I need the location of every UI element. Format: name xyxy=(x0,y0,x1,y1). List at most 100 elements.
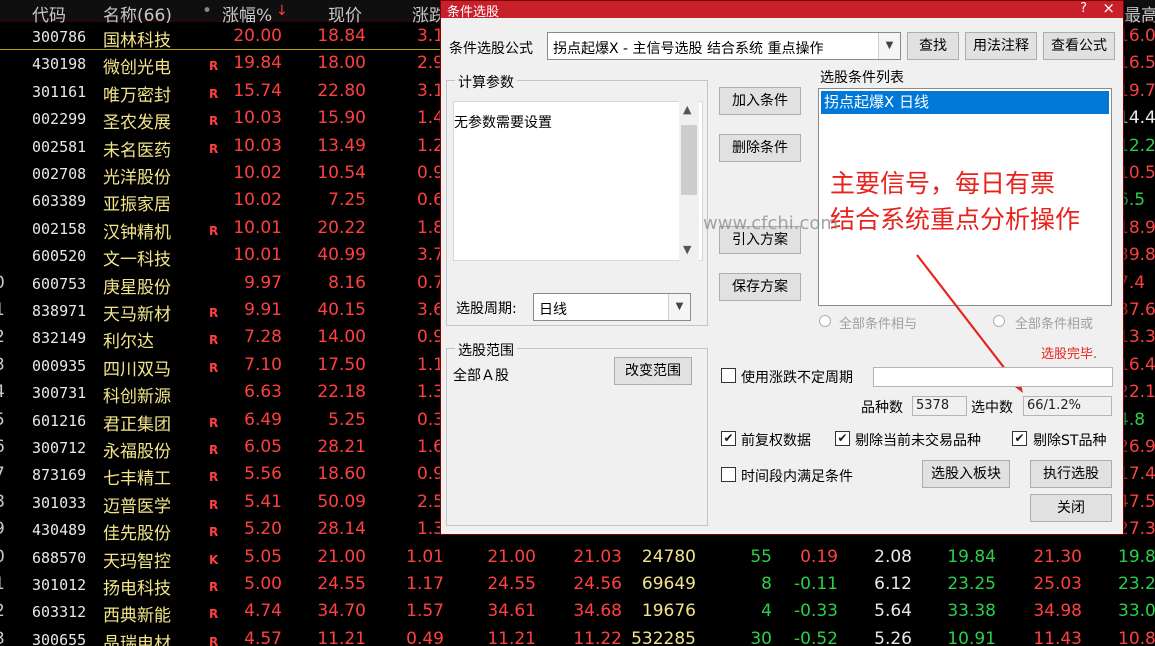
cell-chg: 3.1 xyxy=(416,80,444,101)
cell-pct: 4.74 xyxy=(244,601,282,622)
cell-flag: R xyxy=(209,141,219,156)
cell-cur: 4 xyxy=(761,601,772,622)
cell-name: 天马新材 xyxy=(103,305,171,325)
time-range-checkbox[interactable] xyxy=(721,467,736,482)
cell-v1: 24.55 xyxy=(487,574,536,594)
cell-pct: 10.01 xyxy=(233,217,282,238)
cell-vol: 24780 xyxy=(641,546,696,567)
radio-and-label: 全部条件相与 xyxy=(839,317,918,332)
cell-idx: 0 xyxy=(0,273,6,293)
add-to-block-button[interactable]: 选股入板块 xyxy=(922,460,1010,488)
cell-hi: 34.98 xyxy=(1033,601,1082,622)
cell-price: 8.16 xyxy=(328,272,366,293)
adjust-data-checkbox[interactable]: ✔ xyxy=(721,431,736,446)
cell-name: 庚星股份 xyxy=(103,277,171,298)
cell-chg: 1.8 xyxy=(416,217,444,238)
watermark: www.cfchi.com xyxy=(703,213,838,234)
help-icon[interactable]: ? xyxy=(1080,1,1087,16)
cell-flag: R xyxy=(209,360,219,375)
cell-name: 永福股份 xyxy=(103,442,171,462)
add-condition-button[interactable]: 加入条件 xyxy=(719,87,801,115)
cell-name: 圣农发展 xyxy=(103,113,171,134)
cell-code: 002158 xyxy=(32,219,87,238)
period-label: 选股周期: xyxy=(456,301,517,317)
period-select-value: 日线 xyxy=(539,302,567,318)
cell-cur: 30 xyxy=(750,628,772,646)
arrow-up-icon[interactable]: ▲ xyxy=(683,103,691,116)
cell-flag: R xyxy=(209,86,219,101)
params-scrollbar[interactable]: ▲ ▼ xyxy=(679,101,699,261)
cell-name: 迈普医学 xyxy=(103,496,171,517)
change-scope-button[interactable]: 改变范围 xyxy=(614,357,692,385)
table-row[interactable]: 3 300655 晶瑞电材 R 4.57 11.21 0.49 11.21 11.22 53228… xyxy=(0,626,1155,646)
find-button[interactable]: 查找 xyxy=(907,32,959,60)
cell-pct: 5.00 xyxy=(244,574,282,594)
cell-code: 688570 xyxy=(32,548,87,567)
cell-chg: 0.49 xyxy=(406,628,444,646)
exclude-untraded-checkbox[interactable]: ✔ xyxy=(835,431,850,446)
cell-idx: 7 xyxy=(0,464,6,484)
usage-notes-button[interactable]: 用法注释 xyxy=(965,32,1037,60)
save-scheme-button[interactable]: 保存方案 xyxy=(719,273,801,301)
use-variable-period-checkbox[interactable] xyxy=(721,368,736,383)
cell-code: 600520 xyxy=(32,247,87,266)
scroll-thumb[interactable] xyxy=(681,125,697,195)
cell-idx: 1 xyxy=(0,574,6,594)
header-dot: • xyxy=(202,1,213,21)
params-area: 无参数需要设置 xyxy=(453,101,703,261)
execute-screening-button[interactable]: 执行选股 xyxy=(1030,460,1112,488)
cell-chg: 1.6 xyxy=(416,437,444,457)
condition-list-item[interactable]: 拐点起爆X 日线 xyxy=(821,91,1109,114)
view-formula-button[interactable]: 查看公式 xyxy=(1043,32,1115,60)
table-row[interactable]: 2 603312 西典新能 R 4.74 34.70 1.57 34.61 34.68 19676… xyxy=(0,598,1155,626)
delete-condition-button[interactable]: 删除条件 xyxy=(719,134,801,162)
cell-pct: 6.49 xyxy=(244,409,282,430)
radio-or[interactable] xyxy=(993,315,1005,327)
cell-pct: 20.00 xyxy=(233,26,282,46)
chevron-down-icon[interactable]: ▼ xyxy=(878,33,900,59)
close-icon[interactable]: × xyxy=(1102,0,1115,17)
chevron-down-icon[interactable]: ▼ xyxy=(668,294,690,320)
cell-chg: 1.4 xyxy=(416,108,444,129)
arrow-down-icon[interactable]: ▼ xyxy=(683,243,691,256)
cell-idx: 6 xyxy=(0,437,6,457)
cell-chg: 0.6 xyxy=(416,190,444,211)
table-row[interactable]: 1 301012 扬电科技 R 5.00 24.55 1.17 24.55 24.56 69649… xyxy=(0,571,1155,599)
cell-hi: 11.43 xyxy=(1033,628,1082,646)
cell-price: 18.60 xyxy=(317,464,366,485)
dialog-title-bar[interactable]: 条件选股 ? × xyxy=(441,0,1123,20)
cell-flag: R xyxy=(209,525,219,540)
cell-price: 21.00 xyxy=(317,546,366,567)
cell-pct: 5.20 xyxy=(244,519,282,540)
radio-and[interactable] xyxy=(819,315,831,327)
cell-code: 603312 xyxy=(32,603,87,622)
cell-chg: 2.9 xyxy=(416,53,444,74)
cell-hi: 21.30 xyxy=(1033,546,1082,567)
cell-v2: 11.22 xyxy=(573,628,622,646)
selected-value: 66/1.2% xyxy=(1023,396,1112,416)
cell-pct: 10.02 xyxy=(233,163,282,183)
cell-name: 天玛智控 xyxy=(103,551,171,572)
cell-pct: 10.01 xyxy=(233,245,282,266)
cell-price: 13.49 xyxy=(317,135,366,156)
period-select[interactable]: 日线 ▼ xyxy=(533,293,691,321)
cell-price: 14.00 xyxy=(317,327,366,348)
cell-chg: 0.9 xyxy=(416,327,444,348)
period-input[interactable] xyxy=(873,367,1113,387)
status-text: 选股完毕. xyxy=(1041,347,1098,362)
cell-code: 002581 xyxy=(32,137,87,156)
cell-code: 300731 xyxy=(32,384,87,403)
cell-idx: 3 xyxy=(0,355,6,375)
cell-idx: 2 xyxy=(0,327,6,347)
cell-v1: 34.61 xyxy=(487,601,536,622)
close-button[interactable]: 关闭 xyxy=(1030,494,1112,522)
cell-name: 七丰精工 xyxy=(103,469,171,490)
cell-idx: 9 xyxy=(0,519,6,539)
table-row[interactable]: 0 688570 天玛智控 K 5.05 21.00 1.01 21.00 21.03 24780… xyxy=(0,544,1155,572)
cell-flag: R xyxy=(209,634,219,646)
formula-select[interactable]: 拐点起爆X - 主信号选股 结合系统 重点操作 ▼ xyxy=(547,32,901,60)
cell-name: 文一科技 xyxy=(103,250,171,271)
exclude-st-checkbox[interactable]: ✔ xyxy=(1012,431,1027,446)
cell-tr: 2.08 xyxy=(874,546,912,567)
cell-max: 33.0 xyxy=(1118,601,1155,622)
